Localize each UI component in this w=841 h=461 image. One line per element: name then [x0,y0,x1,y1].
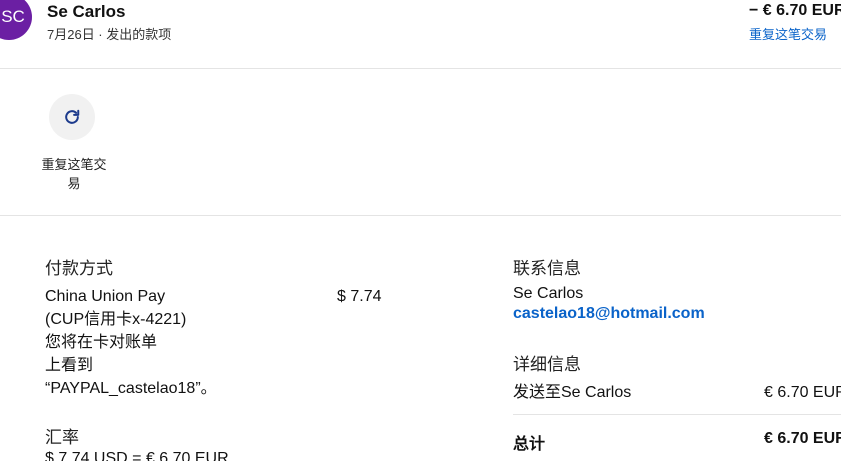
sent-to-value: € 6.70 EUR [764,384,841,401]
payment-method-title: 付款方式 [45,259,113,278]
action-divider [0,215,841,216]
repeat-transaction-button[interactable] [49,94,95,140]
details-title: 详细信息 [513,355,581,374]
merchant-name: Se Carlos [47,2,126,21]
header-divider [0,68,841,69]
avatar-initials: SC [1,7,25,26]
contact-email-link[interactable]: castelao18@hotmail.com [513,305,705,323]
exchange-rate-value: $ 7.74 USD = € 6.70 EUR [45,450,229,461]
payment-method-line: 您将在卡对账单 [45,334,158,351]
repeat-transaction-link[interactable]: 重复这笔交易 [749,24,827,43]
total-value: € 6.70 EUR [764,430,841,447]
payment-amount: $ 7.74 [337,288,382,305]
sent-to-label: 发送至Se Carlos [513,384,632,401]
avatar: SC [0,0,32,40]
payment-method-line: “PAYPAL_castelao18”。 [45,380,217,397]
transaction-meta: 7月26日 · 发出的款项 [47,27,172,42]
payment-method-line: (CUP信用卡x-4221) [45,311,187,328]
transaction-amount: − € 6.70 EUR [749,2,841,19]
refresh-icon [62,107,82,127]
payment-method-line: 上看到 [45,357,94,374]
total-label: 总计 [513,436,546,453]
contact-name: Se Carlos [513,285,584,302]
contact-info-title: 联系信息 [513,259,581,278]
payment-method-line: China Union Pay [45,288,166,305]
repeat-transaction-label: 重复这笔交易 [41,157,107,191]
details-divider [513,414,841,415]
transaction-details-page: SC Se Carlos 7月26日 · 发出的款项 − € 6.70 EUR … [0,0,841,461]
payment-method-description: China Union Pay (CUP信用卡x-4221) 您将在卡对账单 上… [45,285,245,400]
exchange-rate-title: 汇率 [45,428,79,447]
